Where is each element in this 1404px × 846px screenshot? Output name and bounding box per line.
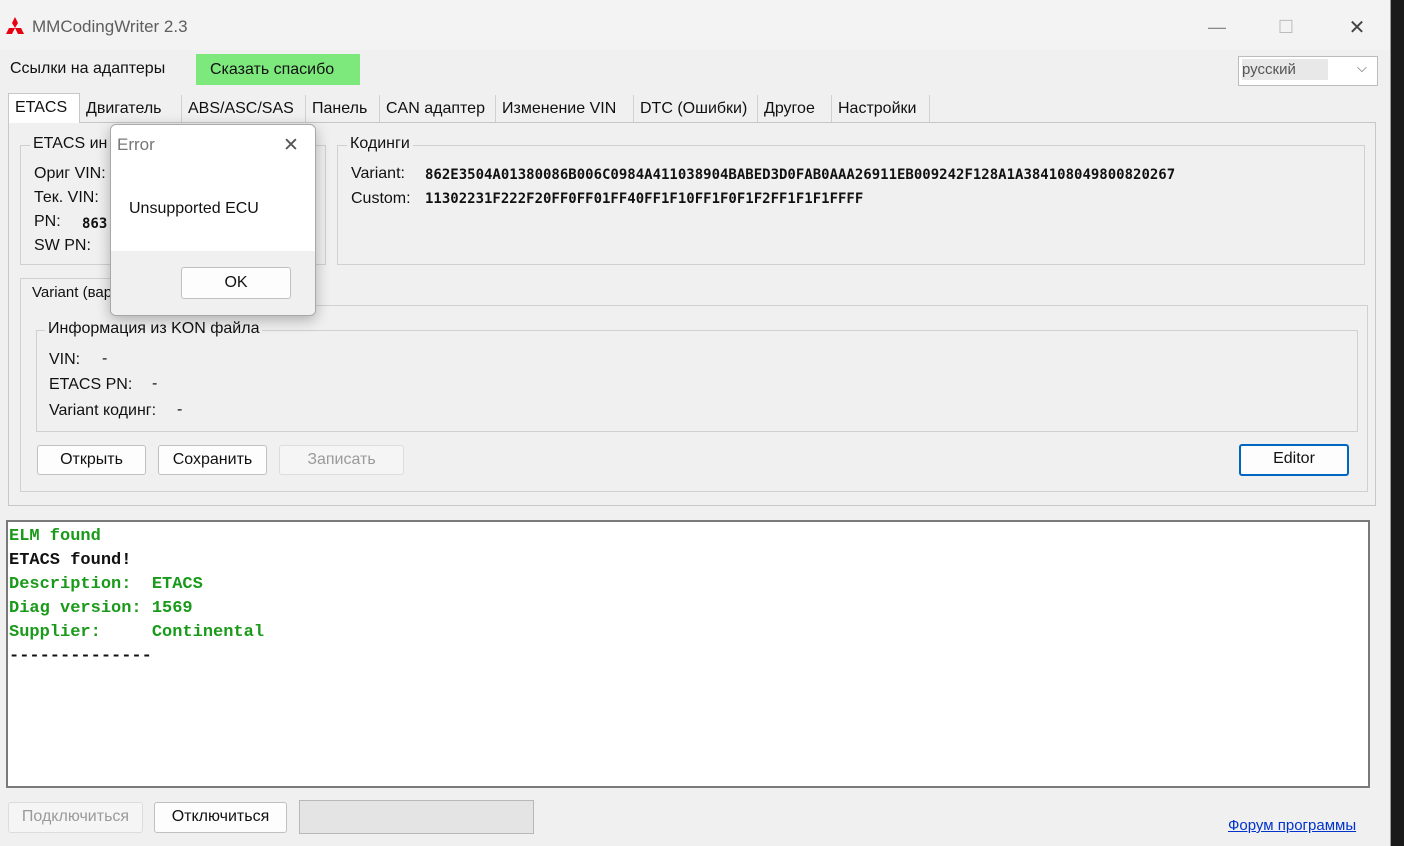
kon-info-title: Информация из KON файла xyxy=(45,320,263,338)
tab-label: ABS/ASC/SAS xyxy=(188,100,294,117)
log-line: ETACS found! xyxy=(9,551,132,570)
mitsubishi-logo-icon xyxy=(6,17,24,34)
dialog-title: Error xyxy=(117,135,155,154)
app-window: MMCodingWriter 2.3 — ☐ ✕ Ссылки на адапт… xyxy=(0,0,1391,846)
close-icon: ✕ xyxy=(1348,16,1366,39)
status-field xyxy=(299,800,534,834)
title-bar[interactable]: MMCodingWriter 2.3 — ☐ ✕ xyxy=(0,0,1390,50)
tab-panel[interactable]: Панель xyxy=(306,95,380,123)
kon-etacs-pn-label: ETACS PN: xyxy=(49,376,133,393)
maximize-button[interactable]: ☐ xyxy=(1266,12,1306,42)
tab-label: Настройки xyxy=(838,100,917,117)
editor-button[interactable]: Editor xyxy=(1239,444,1349,476)
log-line: -------------- xyxy=(9,647,152,666)
dialog-message: Unsupported ECU xyxy=(129,200,259,217)
language-select[interactable]: русский ⌵ xyxy=(1238,56,1378,86)
ok-button[interactable]: OK xyxy=(181,267,291,299)
tab-label: Панель xyxy=(312,100,368,117)
thanks-button[interactable]: Сказать спасибо xyxy=(196,54,360,85)
variant-value: 862E3504A01380086B006C0984A411038904BABE… xyxy=(425,167,1176,183)
minimize-button[interactable]: — xyxy=(1197,12,1237,42)
disconnect-button[interactable]: Отключиться xyxy=(154,802,287,833)
sw-pn-label: SW PN: xyxy=(34,237,91,254)
minimize-icon: — xyxy=(1208,16,1226,37)
kon-variant-value: - xyxy=(177,401,183,418)
tab-label: DTC (Ошибки) xyxy=(640,100,748,117)
tab-change-vin[interactable]: Изменение VIN xyxy=(496,95,634,123)
tab-label: Изменение VIN xyxy=(502,100,617,117)
kon-info-group xyxy=(36,330,1358,432)
variant-value-clip: 862E3504A01380086B006C0984A411038904BABE… xyxy=(425,166,1365,186)
tab-label: Двигатель xyxy=(86,100,162,117)
tab-label: CAN адаптер xyxy=(386,100,485,117)
subtab-variant[interactable]: Variant (вар xyxy=(20,278,120,306)
log-line: Supplier: Continental xyxy=(9,623,265,642)
log-line: Description: ETACS xyxy=(9,575,203,594)
tab-can-adapter[interactable]: CAN адаптер xyxy=(380,95,496,123)
orig-vin-label: Ориг VIN: xyxy=(34,165,106,182)
connect-button[interactable]: Подключиться xyxy=(8,802,143,833)
kon-variant-label: Variant кодинг: xyxy=(49,402,157,419)
maximize-icon: ☐ xyxy=(1277,16,1295,37)
tab-label: Другое xyxy=(764,100,815,117)
dialog-close-button[interactable]: ✕ xyxy=(271,129,311,161)
adapters-link[interactable]: Ссылки на адаптеры xyxy=(10,60,165,78)
log-line: Diag version: 1569 xyxy=(9,599,193,618)
forum-link[interactable]: Форум программы xyxy=(1228,817,1356,834)
variant-label: Variant: xyxy=(351,165,405,182)
tab-label: ETACS xyxy=(15,99,68,116)
pn-value: 863 xyxy=(82,216,108,232)
dialog-footer: OK xyxy=(111,251,315,315)
subtab-variant-label: Variant (вар xyxy=(32,284,113,301)
chevron-down-icon: ⌵ xyxy=(1357,60,1367,75)
write-button[interactable]: Записать xyxy=(279,445,404,475)
tab-dtc[interactable]: DTC (Ошибки) xyxy=(634,95,758,123)
kon-etacs-pn-value: - xyxy=(152,375,158,392)
log-output[interactable]: ELM found ETACS found! Description: ETAC… xyxy=(6,520,1370,788)
language-value: русский xyxy=(1242,59,1328,80)
close-window-button[interactable]: ✕ xyxy=(1337,12,1377,42)
custom-label: Custom: xyxy=(351,190,411,207)
tab-settings[interactable]: Настройки xyxy=(832,95,930,123)
etacs-info-title: ETACS ин xyxy=(30,135,111,153)
tab-other[interactable]: Другое xyxy=(758,95,832,123)
tek-vin-label: Тек. VIN: xyxy=(34,189,99,206)
close-icon: ✕ xyxy=(283,134,299,156)
kon-vin-value: - xyxy=(102,350,108,367)
tab-abs[interactable]: ABS/ASC/SAS xyxy=(182,95,306,123)
open-button[interactable]: Открыть xyxy=(37,445,146,475)
window-title: MMCodingWriter 2.3 xyxy=(32,17,188,36)
log-line: ELM found xyxy=(9,527,101,546)
error-dialog: Error ✕ Unsupported ECU OK xyxy=(110,124,316,316)
kon-vin-label: VIN: xyxy=(49,351,81,368)
custom-value: 11302231F222F20FF0FF01FF40FF1F10FF1F0F1F… xyxy=(425,191,864,207)
tab-engine[interactable]: Двигатель xyxy=(80,95,182,123)
tab-etacs[interactable]: ETACS xyxy=(8,93,80,123)
codings-title: Кодинги xyxy=(347,135,413,153)
pn-label: PN: xyxy=(34,213,61,230)
save-button[interactable]: Сохранить xyxy=(158,445,267,475)
desktop-background xyxy=(1390,0,1404,846)
thanks-button-label: Сказать спасибо xyxy=(210,61,335,78)
